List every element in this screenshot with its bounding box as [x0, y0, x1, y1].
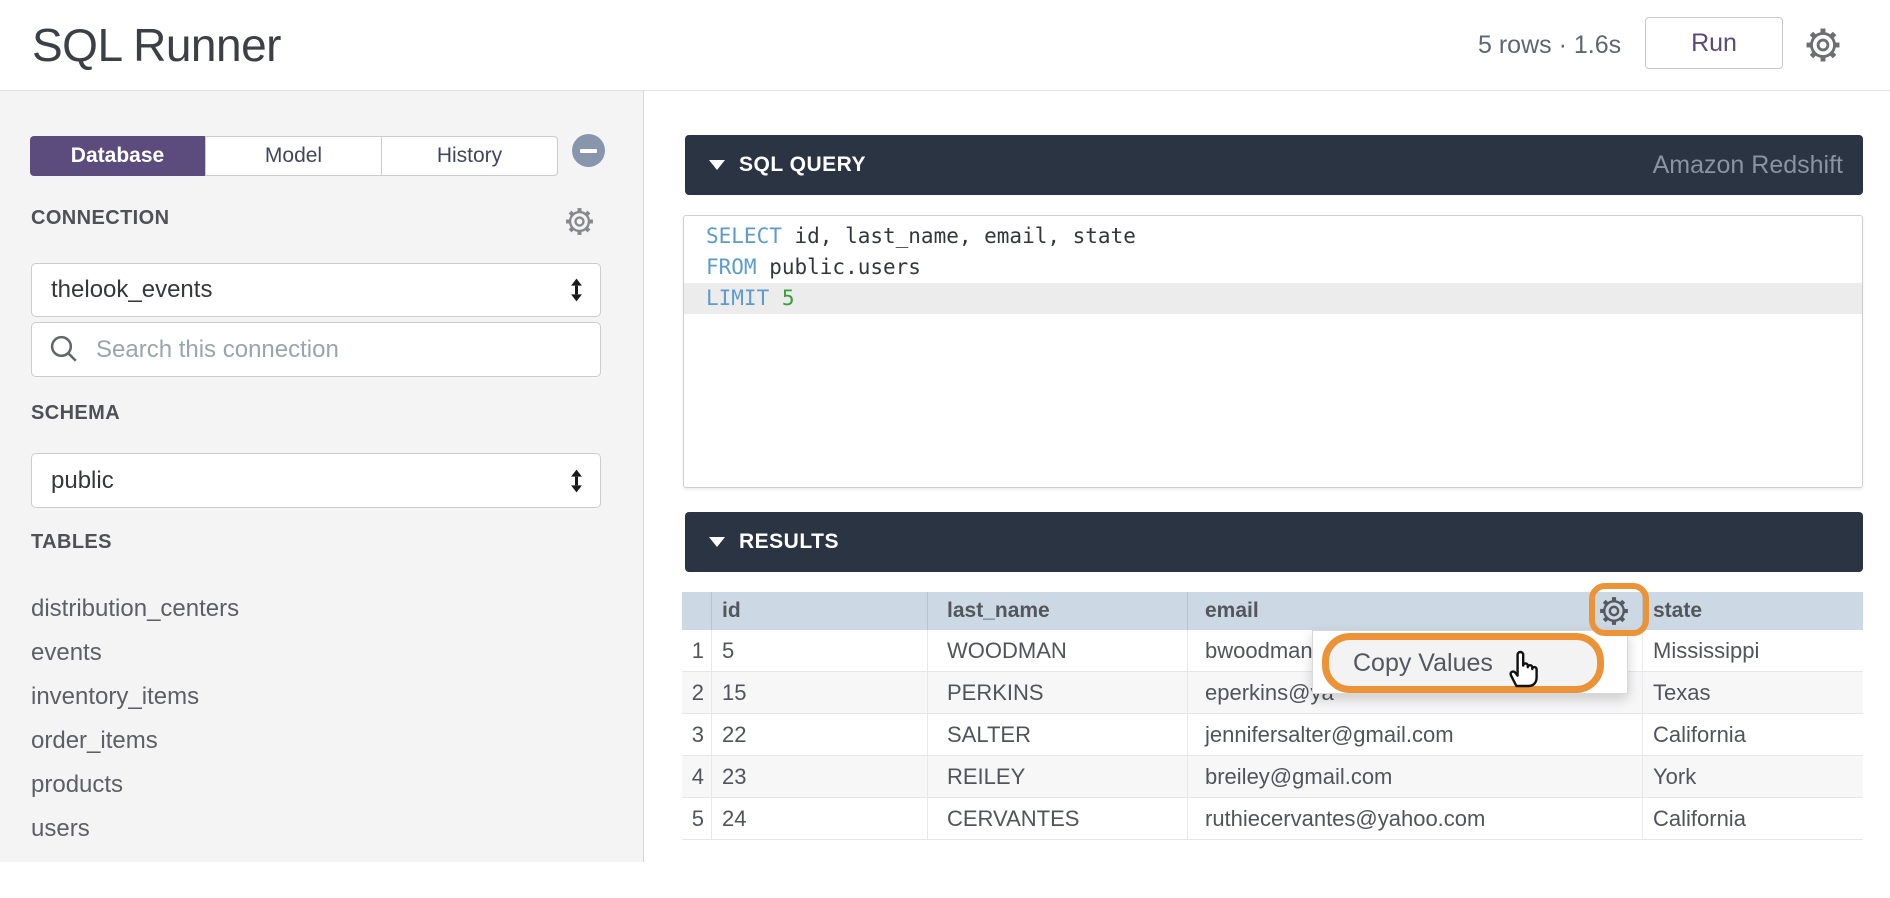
connection-select[interactable]: thelook_events [31, 263, 601, 317]
cell-email: jennifersalter@gmail.com [1188, 714, 1643, 755]
table-item-inventory-items[interactable]: inventory_items [0, 675, 643, 719]
sql-query-panel-header[interactable]: SQL QUERY Amazon Redshift [685, 135, 1863, 195]
cell-state: California [1643, 714, 1863, 755]
cell-id: 22 [712, 714, 928, 755]
cell-email: breiley@gmail.com [1188, 756, 1643, 797]
connection-search[interactable] [31, 322, 601, 377]
search-input[interactable] [94, 335, 600, 365]
search-icon [48, 333, 82, 367]
cell-last-name: SALTER [928, 714, 1188, 755]
results-panel-title: RESULTS [739, 530, 839, 554]
tables-label: TABLES [31, 531, 112, 554]
up-down-stepper-icon [570, 278, 583, 302]
table-item-events[interactable]: events [0, 631, 643, 675]
results-header-row: id last_name email state [682, 592, 1863, 630]
cell-email: ruthiecervantes@yahoo.com [1188, 798, 1643, 839]
cell-last-name: PERKINS [928, 672, 1188, 713]
sidebar-tabs: Database Model History [30, 136, 558, 176]
caret-down-icon [709, 537, 725, 547]
cell-state: Texas [1643, 672, 1863, 713]
table-row[interactable]: 1 5 WOODMAN bwoodman@ Mississippi [682, 630, 1863, 672]
collapse-sidebar-minus-circle-icon[interactable] [572, 134, 605, 167]
run-button[interactable]: Run [1645, 17, 1783, 69]
settings-gear-icon[interactable] [1804, 26, 1842, 64]
table-row[interactable]: 4 23 REILEY breiley@gmail.com York [682, 756, 1863, 798]
sql-line: SELECT id, last_name, email, state [684, 221, 1862, 252]
column-header-id[interactable]: id [712, 592, 928, 630]
query-status: 5 rows · 1.6s [1478, 0, 1621, 90]
sql-editor[interactable]: SELECT id, last_name, email, state FROM … [683, 215, 1863, 488]
cell-last-name: REILEY [928, 756, 1188, 797]
cell-state: Mississippi [1643, 630, 1863, 671]
table-row[interactable]: 5 24 CERVANTES ruthiecervantes@yahoo.com… [682, 798, 1863, 840]
table-item-order-items[interactable]: order_items [0, 719, 643, 763]
cell-last-name: CERVANTES [928, 798, 1188, 839]
caret-down-icon [709, 160, 725, 170]
row-number-header [682, 592, 712, 630]
row-number: 2 [682, 672, 712, 713]
results-table: id last_name email state 1 5 WOODMAN bwo… [682, 592, 1863, 840]
table-item-users[interactable]: users [0, 807, 643, 851]
sql-line: FROM public.users [684, 252, 1862, 283]
cell-state: California [1643, 798, 1863, 839]
tab-model[interactable]: Model [205, 136, 382, 176]
sql-line-active: LIMIT 5 [684, 283, 1862, 314]
sql-runner-app: SQL Runner 5 rows · 1.6s Run Database Mo… [0, 0, 1890, 898]
row-number: 1 [682, 630, 712, 671]
table-item-distribution-centers[interactable]: distribution_centers [0, 587, 643, 631]
top-bar: SQL Runner 5 rows · 1.6s Run [0, 0, 1890, 91]
table-row[interactable]: 2 15 PERKINS eperkins@ya Texas [682, 672, 1863, 714]
up-down-stepper-icon [570, 469, 583, 493]
cell-id: 23 [712, 756, 928, 797]
column-header-state[interactable]: state [1643, 592, 1863, 630]
column-header-last-name[interactable]: last_name [928, 592, 1188, 630]
cell-state: York [1643, 756, 1863, 797]
sql-query-panel-title: SQL QUERY [739, 153, 866, 177]
row-number: 3 [682, 714, 712, 755]
cell-id: 5 [712, 630, 928, 671]
cell-id: 24 [712, 798, 928, 839]
schema-select[interactable]: public [31, 453, 601, 508]
row-number: 5 [682, 798, 712, 839]
tab-database[interactable]: Database [30, 136, 205, 176]
connection-label: CONNECTION [31, 207, 169, 230]
connection-settings-gear-icon[interactable] [564, 206, 595, 237]
tables-list: distribution_centers events inventory_it… [0, 587, 643, 851]
column-header-email[interactable]: email [1188, 592, 1643, 630]
table-row[interactable]: 3 22 SALTER jennifersalter@gmail.com Cal… [682, 714, 1863, 756]
row-number: 4 [682, 756, 712, 797]
table-item-products[interactable]: products [0, 763, 643, 807]
tab-history[interactable]: History [382, 136, 558, 176]
copy-values-label: Copy Values [1353, 649, 1493, 678]
connection-dialect: Amazon Redshift [1653, 151, 1843, 180]
cell-id: 15 [712, 672, 928, 713]
sidebar: Database Model History CONNECTION theloo… [0, 90, 644, 862]
connection-select-value: thelook_events [51, 276, 212, 304]
schema-label: SCHEMA [31, 402, 120, 425]
schema-select-value: public [51, 467, 114, 495]
column-options-gear-icon[interactable] [1598, 595, 1630, 627]
copy-values-menu-item[interactable]: Copy Values [1322, 633, 1604, 693]
page-title: SQL Runner [32, 0, 281, 90]
results-panel-header[interactable]: RESULTS [685, 512, 1863, 572]
cell-last-name: WOODMAN [928, 630, 1188, 671]
